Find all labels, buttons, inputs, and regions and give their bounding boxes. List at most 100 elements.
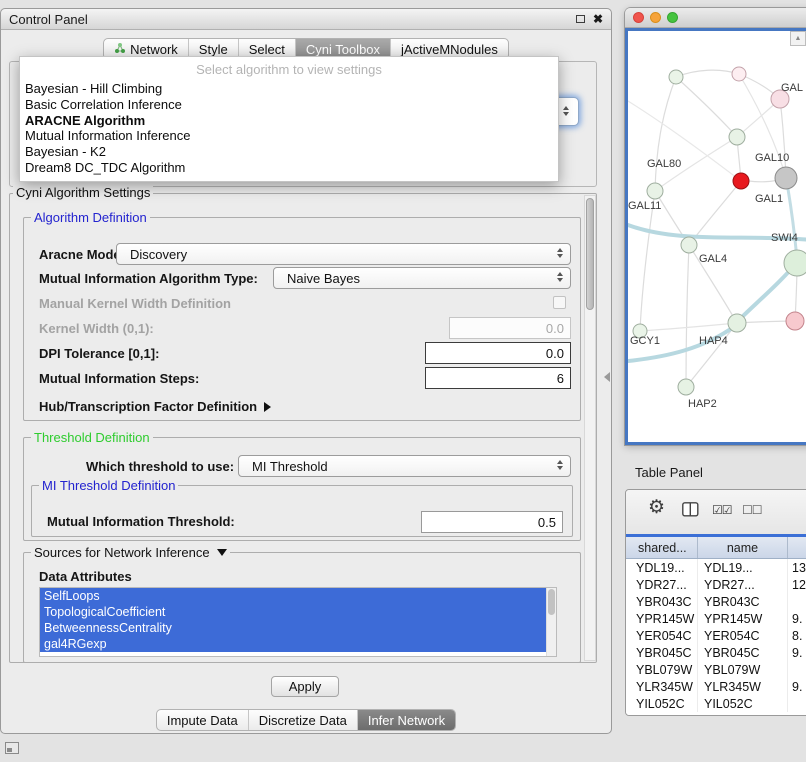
algorithm-option[interactable]: Dream8 DC_TDC Algorithm	[20, 160, 558, 176]
dpi-tolerance-label: DPI Tolerance [0,1]:	[39, 346, 159, 361]
column-header[interactable]	[788, 537, 806, 558]
aracne-mode-select[interactable]: Discovery	[116, 243, 571, 265]
table-cell: 9.	[788, 678, 806, 695]
table-header-row: shared...name	[626, 537, 806, 559]
mi-threshold-group-title: MI Threshold Definition	[39, 478, 178, 493]
network-node[interactable]	[729, 129, 745, 145]
dpi-tolerance-field[interactable]	[425, 342, 571, 364]
control-panel-titlebar[interactable]: Control Panel ✖	[1, 9, 611, 30]
tab-label: Cyni Toolbox	[306, 42, 380, 57]
network-window-titlebar[interactable]	[625, 8, 806, 28]
node-label: GAL80	[647, 158, 681, 170]
screen: Control Panel ✖ NetworkStyleSelectCyni T…	[0, 0, 806, 762]
network-canvas[interactable]: GAL80GAL10GAL11GAL1SWI4GAL4GCY1HAP4HAP2G…	[625, 28, 806, 445]
threshold-definition-title: Threshold Definition	[31, 430, 153, 445]
node-label: GAL11	[628, 200, 661, 212]
column-header[interactable]: name	[698, 537, 788, 558]
select-all-icon[interactable]: ☑☑	[712, 503, 732, 517]
table-row[interactable]: YDL19...YDL19...13	[626, 559, 806, 576]
table-cell: 12	[788, 576, 806, 593]
network-node[interactable]	[647, 183, 663, 199]
mi-steps-field[interactable]	[425, 367, 571, 389]
which-threshold-label: Which threshold to use:	[86, 459, 234, 474]
node-label: GAL4	[699, 253, 727, 265]
algorithm-option[interactable]: Bayesian - K2	[20, 144, 558, 160]
tab-label: Network	[130, 42, 178, 57]
mi-threshold-field[interactable]	[421, 511, 563, 533]
minimize-traffic-light[interactable]	[650, 12, 661, 23]
table-row[interactable]: YER054CYER054C8.	[626, 627, 806, 644]
table-row[interactable]: YPR145WYPR145W9.	[626, 610, 806, 627]
table-cell: YBR043C	[698, 593, 788, 610]
network-edge	[780, 99, 786, 178]
table-cell: YDL19...	[698, 559, 788, 576]
list-scrollbar[interactable]	[546, 588, 556, 656]
network-node[interactable]	[784, 250, 806, 276]
algorithm-option[interactable]: Basic Correlation Inference	[20, 97, 558, 113]
network-node[interactable]	[732, 67, 746, 81]
attribute-list-item[interactable]: gal4RGexp	[40, 636, 546, 652]
mode-tab-impute-data[interactable]: Impute Data	[157, 710, 248, 730]
table-row[interactable]: YLR345WYLR345W9.	[626, 678, 806, 695]
network-node[interactable]	[733, 173, 749, 189]
node-label: GCY1	[630, 335, 660, 347]
table-cell: YER054C	[626, 627, 698, 644]
table-cell: YER054C	[698, 627, 788, 644]
table-row[interactable]: YBR045CYBR045C9.	[626, 644, 806, 661]
settings-group-title: Cyni Algorithm Settings	[13, 185, 153, 200]
algorithm-option[interactable]: Bayesian - Hill Climbing	[20, 81, 558, 97]
data-attributes-list[interactable]: SelfLoopsTopologicalCoefficientBetweenne…	[39, 587, 557, 657]
chevron-right-icon	[264, 402, 271, 412]
close-icon[interactable]: ✖	[593, 13, 603, 25]
mi-type-select[interactable]: Naive Bayes	[273, 267, 571, 289]
panel-corner-icon[interactable]	[5, 742, 19, 754]
settings-scrollbar[interactable]	[584, 195, 596, 661]
table-cell: YBL079W	[626, 661, 698, 678]
close-traffic-light[interactable]	[633, 12, 644, 23]
network-node[interactable]	[728, 314, 746, 332]
column-header[interactable]: shared...	[626, 537, 698, 558]
table-cell: YIL052C	[626, 695, 698, 712]
tab-label: jActiveMNodules	[401, 42, 498, 57]
network-node[interactable]	[678, 379, 694, 395]
chevron-updown-icon	[557, 272, 563, 282]
scrollbar-thumb[interactable]	[548, 589, 555, 615]
attribute-list-item[interactable]: BetweennessCentrality	[40, 620, 546, 636]
float-window-icon[interactable]	[576, 15, 585, 23]
columns-icon[interactable]	[682, 502, 699, 522]
table-row[interactable]: YIL052CYIL052C	[626, 695, 806, 712]
network-node[interactable]	[669, 70, 683, 84]
table-cell: YDR27...	[698, 576, 788, 593]
table-row[interactable]: YBR043CYBR043C	[626, 593, 806, 610]
network-node[interactable]	[775, 167, 797, 189]
sources-toggle[interactable]: Sources for Network Inference	[31, 545, 230, 560]
apply-button[interactable]: Apply	[271, 676, 339, 697]
scrollbar-thumb[interactable]	[586, 198, 594, 310]
network-node[interactable]	[786, 312, 804, 330]
network-node[interactable]	[681, 237, 697, 253]
canvas-scrollbar-corner[interactable]: ▲	[790, 31, 806, 46]
algorithm-option[interactable]: Mutual Information Inference	[20, 128, 558, 144]
mode-tab-infer-network[interactable]: Infer Network	[357, 710, 455, 730]
deselect-all-icon[interactable]: ☐☐	[742, 503, 762, 517]
zoom-traffic-light[interactable]	[667, 12, 678, 23]
attribute-list-item[interactable]: TopologicalCoefficient	[40, 604, 546, 620]
tab-label: Infer Network	[368, 713, 445, 728]
algorithm-option[interactable]: ARACNE Algorithm	[20, 113, 558, 129]
attribute-list-item[interactable]: SelfLoops	[40, 588, 546, 604]
network-graph: GAL80GAL10GAL11GAL1SWI4GAL4GCY1HAP4HAP2G…	[628, 31, 806, 442]
gear-icon[interactable]: ⚙	[648, 497, 665, 519]
manual-kernel-label: Manual Kernel Width Definition	[39, 296, 231, 311]
mode-tab-discretize-data[interactable]: Discretize Data	[248, 710, 357, 730]
network-edge	[640, 323, 737, 331]
table-row[interactable]: YBL079WYBL079W	[626, 661, 806, 678]
which-threshold-select[interactable]: MI Threshold	[238, 455, 571, 477]
network-edge	[640, 191, 655, 331]
network-edge	[628, 101, 741, 181]
table-row[interactable]: YDR27...YDR27...12	[626, 576, 806, 593]
network-edge	[788, 189, 797, 259]
network-icon	[114, 42, 126, 57]
mi-threshold-label: Mutual Information Threshold:	[47, 514, 235, 529]
panel-splitter-handle[interactable]	[604, 372, 610, 382]
hub-definition-toggle[interactable]: Hub/Transcription Factor Definition	[39, 399, 271, 414]
